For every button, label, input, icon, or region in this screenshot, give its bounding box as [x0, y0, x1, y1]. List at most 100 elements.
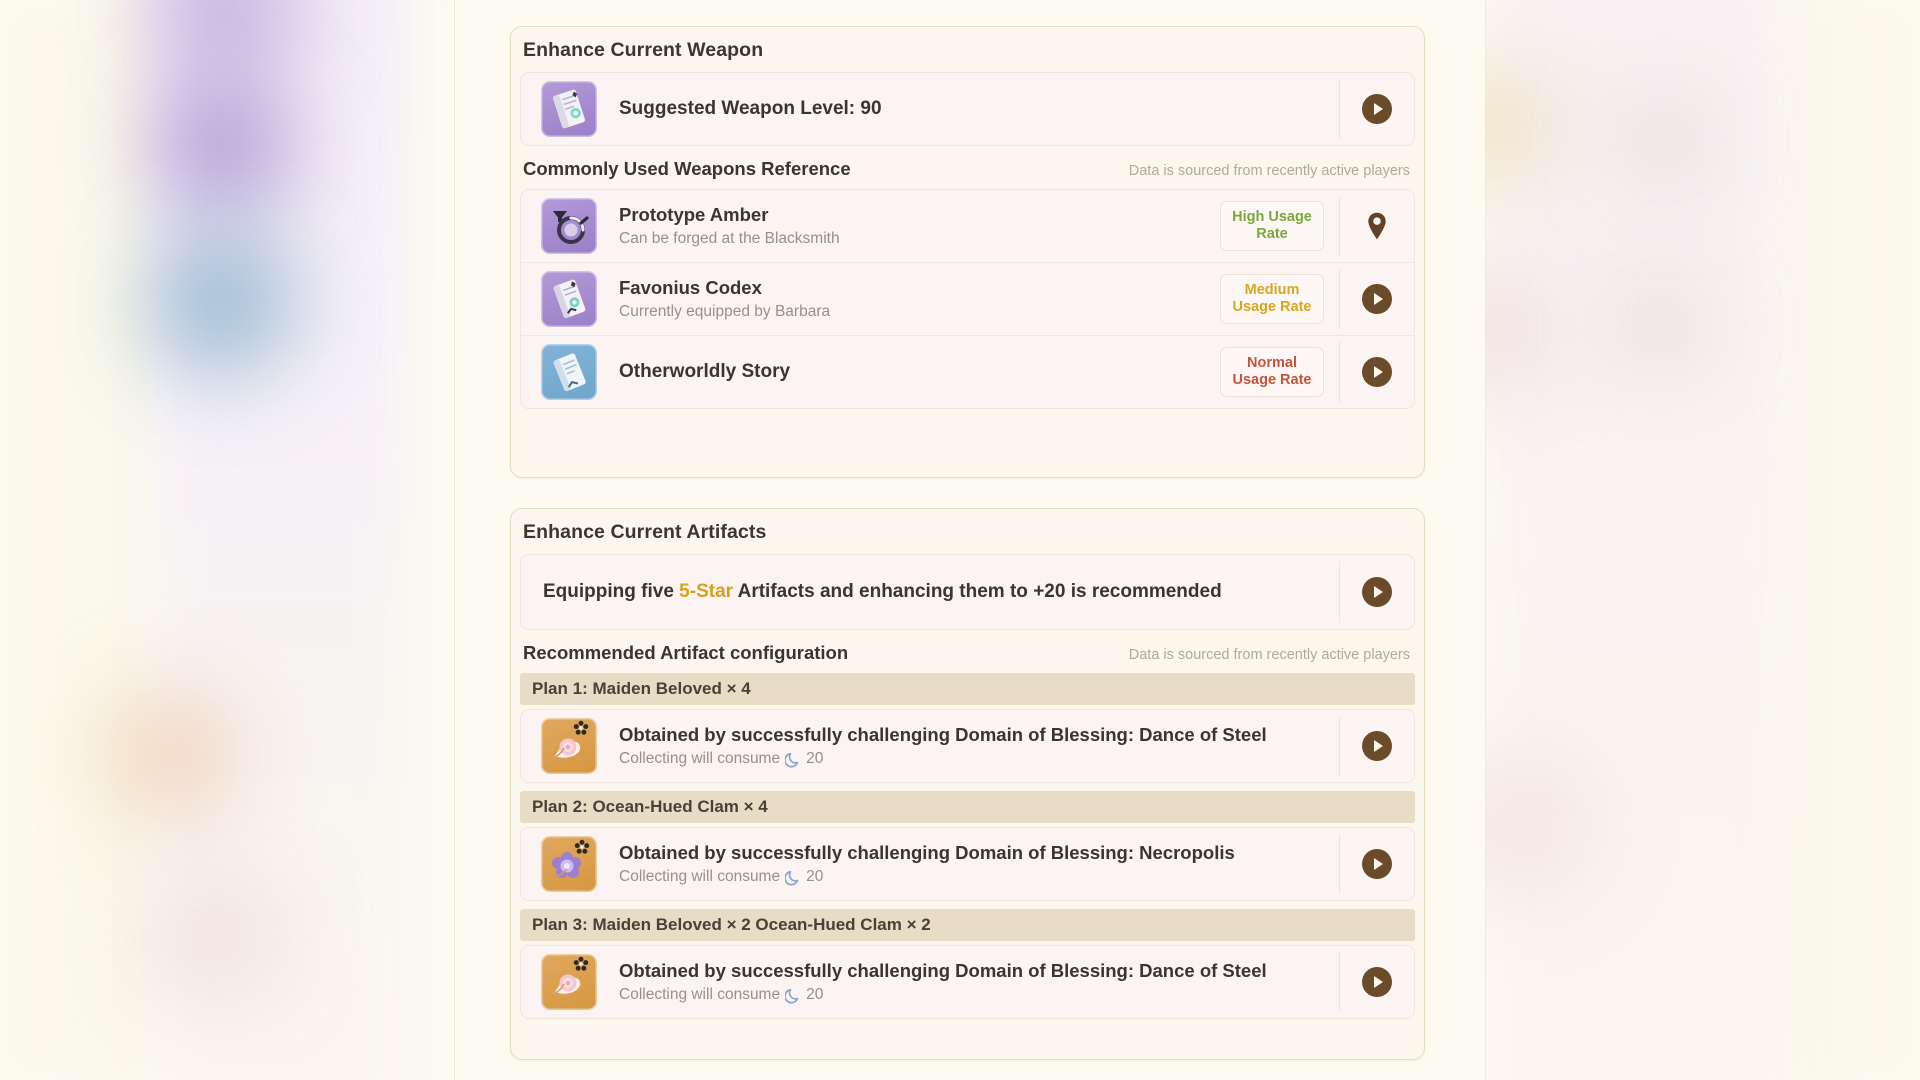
weapon-name: Favonius Codex [619, 277, 762, 299]
chevron-right-icon[interactable] [1362, 577, 1392, 607]
prototype-amber-text: Prototype Amber Can be forged at the Bla… [597, 203, 1220, 249]
row-divider [1338, 269, 1340, 329]
suggested-weapon-panel: Suggested Weapon Level: 90 [520, 72, 1415, 146]
chevron-right-icon[interactable] [1362, 967, 1392, 997]
resin-icon [785, 870, 799, 886]
enhance-current-artifacts-card: Enhance Current Artifacts Equipping five… [510, 508, 1425, 1060]
plan-3-action[interactable] [1340, 967, 1414, 997]
background-blob-gray-right-top [1620, 95, 1710, 185]
row-divider [1338, 561, 1340, 623]
plan-2-text: Obtained by successfully challenging Dom… [597, 841, 1340, 887]
artifact-config-header: Recommended Artifact configuration Data … [511, 630, 1424, 673]
plan-cost-value: 20 [806, 986, 824, 1004]
artifact-recommendation-row[interactable]: Equipping five 5-Star Artifacts and enha… [521, 555, 1414, 629]
weapon-row-favonius-codex[interactable]: Favonius Codex Currently equipped by Bar… [521, 262, 1414, 335]
chevron-right-icon[interactable] [1362, 731, 1392, 761]
plan-row-3[interactable]: Obtained by successfully challenging Dom… [521, 946, 1414, 1018]
otherworldly-story-text: Otherworldly Story [597, 360, 1220, 384]
plan-bar-1: Plan 1: Maiden Beloved × 4 [520, 673, 1415, 705]
artifact-recommendation-panel: Equipping five 5-Star Artifacts and enha… [520, 554, 1415, 630]
five-star-highlight: 5-Star [679, 581, 734, 602]
plan-panel-3: Obtained by successfully challenging Dom… [520, 945, 1415, 1019]
usage-rate-badge: High Usage Rate [1220, 200, 1324, 252]
plan-domain-label: Obtained by successfully challenging Dom… [619, 724, 1267, 746]
plan-cost-value: 20 [806, 750, 824, 768]
background-blob-purple-mid [152, 75, 292, 215]
suggested-weapon-action[interactable] [1340, 94, 1414, 124]
plan-bar-2: Plan 2: Ocean-Hued Clam × 4 [520, 791, 1415, 823]
suggested-weapon-row[interactable]: Suggested Weapon Level: 90 [521, 73, 1414, 145]
plan-cost-label: Collecting will consume 20 [619, 750, 1326, 769]
row-divider [1338, 834, 1340, 894]
plan-panel-1: Obtained by successfully challenging Dom… [520, 709, 1415, 783]
weapons-reference-panel: Prototype Amber Can be forged at the Bla… [520, 189, 1415, 409]
prototype-amber-icon [541, 198, 597, 254]
chevron-right-icon[interactable] [1362, 357, 1392, 387]
plan-1-action[interactable] [1340, 731, 1414, 761]
weapons-reference-header: Commonly Used Weapons Reference Data is … [511, 146, 1424, 189]
artifact-config-title: Recommended Artifact configuration [523, 642, 849, 663]
chevron-right-icon[interactable] [1362, 849, 1392, 879]
location-pin-icon[interactable] [1364, 211, 1390, 241]
plan-panel-2: Obtained by successfully challenging Dom… [520, 827, 1415, 901]
suggested-weapon-text: Suggested Weapon Level: 90 [597, 97, 1340, 121]
plan-domain-label: Obtained by successfully challenging Dom… [619, 960, 1267, 982]
recommendation-suffix: Artifacts and enhancing them to +20 is r… [733, 581, 1222, 602]
plan-2-action[interactable] [1340, 849, 1414, 879]
favonius-codex-action[interactable] [1340, 284, 1414, 314]
weapon-description: Can be forged at the Blacksmith [619, 230, 840, 248]
chevron-right-icon[interactable] [1362, 94, 1392, 124]
background-blob-orange [105, 690, 235, 820]
row-divider [1338, 952, 1340, 1012]
weapon-row-prototype-amber[interactable]: Prototype Amber Can be forged at the Bla… [521, 190, 1414, 262]
plan-cost-prefix: Collecting will consume [619, 986, 781, 1004]
weapons-data-source-note: Data is sourced from recently active pla… [1128, 163, 1410, 179]
weapons-reference-title: Commonly Used Weapons Reference [523, 158, 851, 179]
row-divider [1338, 196, 1340, 256]
weapon-name: Otherworldly Story [619, 361, 791, 383]
plan-cost-prefix: Collecting will consume [619, 750, 781, 768]
suggested-weapon-label: Suggested Weapon Level: 90 [619, 98, 882, 120]
artifact-recommendation-text: Equipping five 5-Star Artifacts and enha… [521, 581, 1222, 603]
plan-bar-3: Plan 3: Maiden Beloved × 2 Ocean-Hued Cl… [520, 909, 1415, 941]
plan-row-1[interactable]: Obtained by successfully challenging Dom… [521, 710, 1414, 782]
weapon-description: Currently equipped by Barbara [619, 303, 831, 321]
plan-cost-value: 20 [806, 868, 824, 886]
otherworldly-story-action[interactable] [1340, 357, 1414, 387]
maiden-beloved-icon [541, 954, 597, 1010]
enhance-current-weapon-card: Enhance Current Weapon Suggested Weapon … [510, 26, 1425, 478]
row-divider [1338, 79, 1340, 139]
weapon-row-otherworldly-story[interactable]: Otherworldly Story Normal Usage Rate [521, 335, 1414, 408]
favonius-codex-icon [541, 271, 597, 327]
plan-domain-label: Obtained by successfully challenging Dom… [619, 842, 1235, 864]
chevron-right-icon[interactable] [1362, 284, 1392, 314]
row-divider [1338, 716, 1340, 776]
otherworldly-story-icon [541, 344, 597, 400]
plan-cost-prefix: Collecting will consume [619, 868, 781, 886]
plan-row-2[interactable]: Obtained by successfully challenging Dom… [521, 828, 1414, 900]
usage-rate-badge: Normal Usage Rate [1220, 346, 1324, 398]
maiden-beloved-icon [541, 718, 597, 774]
plan-3-text: Obtained by successfully challenging Dom… [597, 959, 1340, 1005]
recommendation-prefix: Equipping five [543, 581, 680, 602]
ocean-hued-clam-icon [541, 836, 597, 892]
artifact-card-title: Enhance Current Artifacts [523, 521, 767, 543]
favonius-codex-text: Favonius Codex Currently equipped by Bar… [597, 276, 1220, 322]
resin-icon [785, 752, 799, 768]
resin-icon [785, 988, 799, 1004]
usage-rate-badge: Medium Usage Rate [1220, 273, 1324, 325]
plan-spacer [511, 783, 1424, 791]
background-left-stripe [0, 0, 150, 1080]
background-blob-pink-left [140, 880, 290, 1000]
artifact-recommendation-action[interactable] [1340, 577, 1414, 607]
background-blob-gray-right-bottom [1615, 280, 1705, 370]
artifact-data-source-note: Data is sourced from recently active pla… [1128, 647, 1410, 663]
weapon-name: Prototype Amber [619, 204, 769, 226]
plan-spacer [511, 901, 1424, 909]
row-divider [1338, 342, 1340, 402]
prototype-amber-action[interactable] [1340, 211, 1414, 241]
background-right-stripe [1780, 0, 1920, 1080]
weapon-card-title: Enhance Current Weapon [523, 39, 764, 61]
plan-cost-label: Collecting will consume 20 [619, 868, 1326, 887]
background-blob-blue [148, 230, 293, 375]
